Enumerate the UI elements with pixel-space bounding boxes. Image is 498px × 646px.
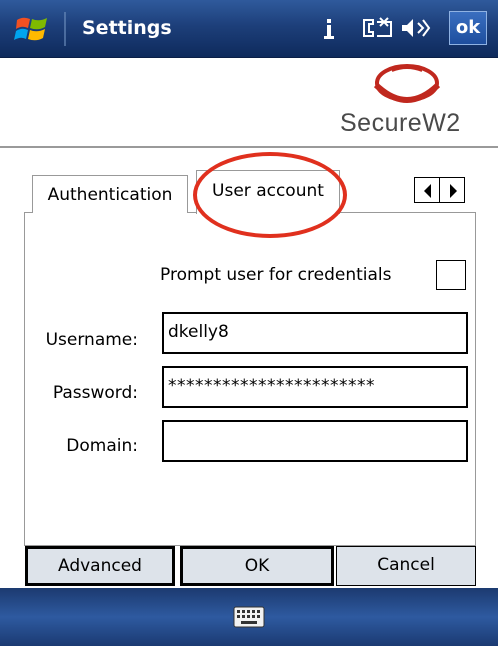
signal-icon[interactable] (320, 14, 338, 42)
ok-button[interactable]: OK (180, 546, 334, 586)
phone-icon[interactable] (360, 14, 394, 42)
tab-scroll-prev-button[interactable] (414, 177, 440, 203)
tab-scroll-next-button[interactable] (439, 177, 465, 203)
username-label: Username: (45, 330, 138, 350)
username-field[interactable]: dkelly8 (162, 312, 468, 354)
prompt-credentials-checkbox[interactable] (436, 260, 466, 290)
securew2-logo-text: SecureW2 (340, 109, 461, 137)
cancel-button[interactable]: Cancel (336, 546, 476, 586)
header-divider (0, 146, 498, 148)
securew2-logo-icon (373, 64, 441, 103)
advanced-button[interactable]: Advanced (25, 546, 175, 586)
title-ok-button[interactable]: ok (449, 11, 487, 45)
prompt-credentials-label: Prompt user for credentials (160, 265, 392, 285)
annotation-highlight-ring (193, 152, 347, 238)
keyboard-icon[interactable] (233, 606, 265, 628)
password-label: Password: (52, 383, 138, 403)
tab-authentication[interactable]: Authentication (32, 175, 188, 213)
arrow-right-icon (450, 184, 457, 198)
title-separator (64, 12, 66, 46)
window-title: Settings (82, 17, 172, 39)
arrow-left-icon (424, 184, 431, 198)
volume-icon[interactable] (398, 14, 432, 42)
password-field[interactable]: *********************** (162, 366, 468, 408)
domain-label: Domain: (66, 436, 138, 456)
windows-start-icon[interactable] (14, 11, 50, 47)
domain-field[interactable] (162, 420, 468, 462)
